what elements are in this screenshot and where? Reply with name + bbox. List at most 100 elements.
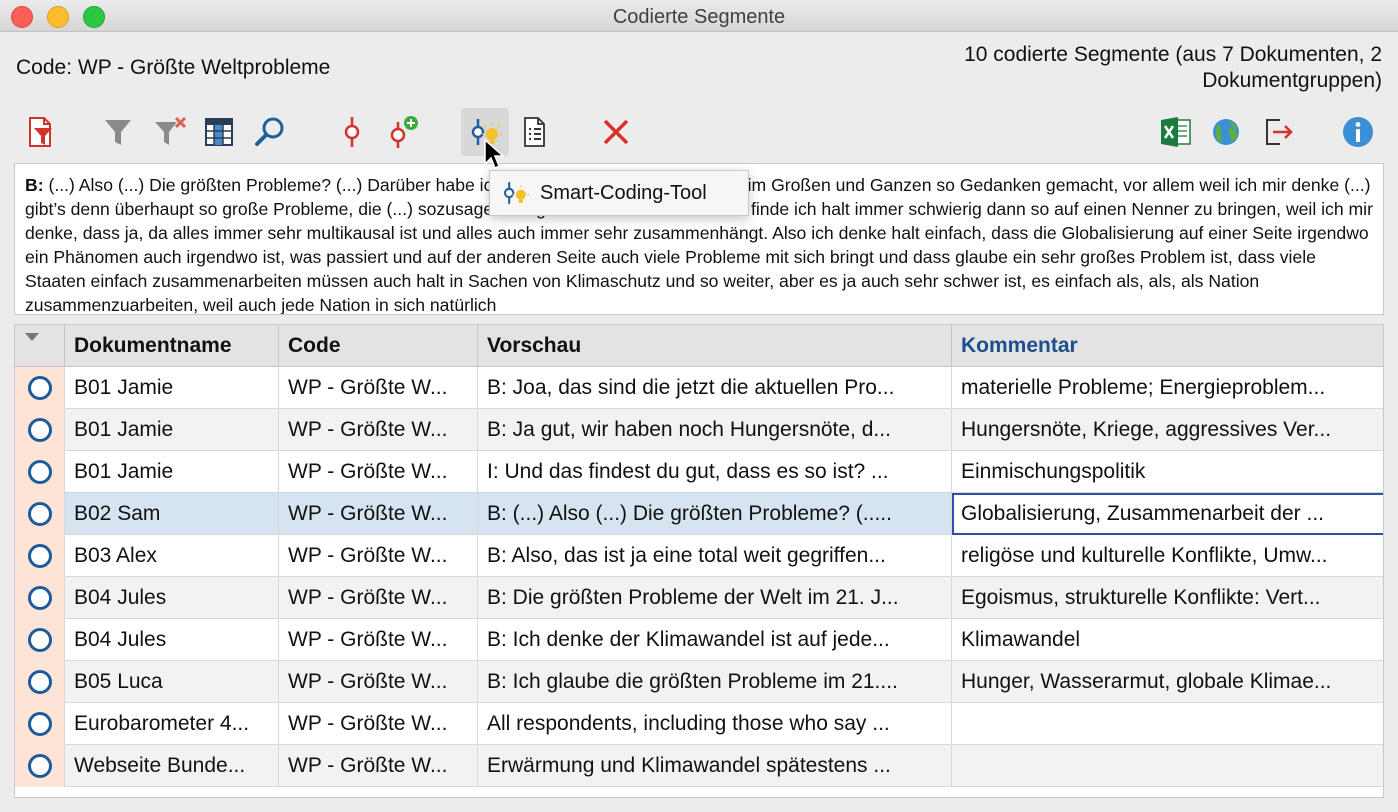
table-row[interactable]: B01 Jamie WP - Größte W... I: Und das find…	[15, 451, 1383, 493]
segment-marker-cell[interactable]	[15, 451, 65, 493]
add-code-button[interactable]	[378, 108, 426, 156]
segment-circle-icon	[27, 418, 52, 442]
code-cell[interactable]: WP - Größte W...	[279, 703, 478, 745]
table-row[interactable]: Webseite Bunde... WP - Größte W... Erwärmu…	[15, 745, 1383, 787]
preview-cell[interactable]: All respondents, including those who say…	[478, 703, 952, 745]
table-row[interactable]: B03 Alex WP - Größte W... B: Also, das ist…	[15, 535, 1383, 577]
table-row[interactable]: B01 Jamie WP - Größte W... B: Ja gut, wir …	[15, 409, 1383, 451]
preview-cell[interactable]: B: Ich glaube die größten Probleme im 21…	[478, 661, 952, 703]
column-header-comment[interactable]: Kommentar	[952, 325, 1383, 367]
segment-circle-icon	[27, 502, 52, 526]
comment-cell[interactable]: religöse und kulturelle Konflikte, Umw..…	[952, 535, 1383, 577]
table-row[interactable]: B04 Jules WP - Größte W... B: Die größten …	[15, 577, 1383, 619]
code-cell[interactable]: WP - Größte W...	[279, 409, 478, 451]
table-header: Dokumentname Code Vorschau Kommentar	[15, 325, 1383, 367]
document-filter-button[interactable]	[16, 108, 64, 156]
segment-marker-cell[interactable]	[15, 367, 65, 409]
add-code-icon	[390, 116, 418, 148]
segment-marker-cell[interactable]	[15, 619, 65, 661]
comment-cell[interactable]: Hunger, Wasserarmut, globale Klimae...	[952, 661, 1383, 703]
delete-button[interactable]	[592, 108, 640, 156]
table-row[interactable]: B05 Luca WP - Größte W... B: Ich glaube di…	[15, 661, 1383, 703]
preview-cell[interactable]: B: (...) Also (...) Die größten Probleme…	[478, 493, 952, 535]
segment-marker-cell[interactable]	[15, 409, 65, 451]
speaker-label: B:	[25, 175, 44, 195]
preview-cell[interactable]: B: Ja gut, wir haben noch Hungersnöte, d…	[478, 409, 952, 451]
coded-segments-table: Dokumentname Code Vorschau Kommentar B01…	[14, 324, 1384, 798]
info-button[interactable]	[1334, 108, 1382, 156]
code-cell[interactable]: WP - Größte W...	[279, 577, 478, 619]
column-header-document[interactable]: Dokumentname	[65, 325, 279, 367]
document-name-cell[interactable]: B02 Sam	[65, 493, 279, 535]
info-icon	[1343, 117, 1373, 147]
comment-cell[interactable]: Einmischungspolitik	[952, 451, 1383, 493]
segment-circle-icon	[27, 544, 52, 568]
code-cell[interactable]: WP - Größte W...	[279, 451, 478, 493]
preview-cell[interactable]: B: Die größten Probleme der Welt im 21. …	[478, 577, 952, 619]
search-button[interactable]	[246, 108, 294, 156]
code-cell[interactable]: WP - Größte W...	[279, 493, 478, 535]
comment-cell[interactable]: materielle Probleme; Energieproblem...	[952, 367, 1383, 409]
code-cell[interactable]: WP - Größte W...	[279, 661, 478, 703]
document-filter-icon	[29, 117, 52, 147]
delete-icon	[603, 119, 629, 145]
mouse-cursor-icon	[484, 138, 505, 170]
segment-circle-icon	[27, 376, 52, 400]
document-name-cell[interactable]: B01 Jamie	[65, 451, 279, 493]
segment-circle-icon	[27, 754, 52, 778]
segment-count: 10 codierte Segmente (aus 7 Dokumenten, …	[862, 42, 1382, 94]
preview-cell[interactable]: B: Also, das ist ja eine total weit gegr…	[478, 535, 952, 577]
overview-button[interactable]	[510, 108, 558, 156]
preview-cell[interactable]: Erwärmung und Klimawandel spätestens ...	[478, 745, 952, 787]
document-name-cell[interactable]: Eurobarometer 4...	[65, 703, 279, 745]
code-cell[interactable]: WP - Größte W...	[279, 535, 478, 577]
web-export-button[interactable]	[1202, 108, 1250, 156]
sort-column-header[interactable]	[15, 325, 65, 367]
segment-circle-icon	[27, 628, 52, 652]
table-row[interactable]: B02 Sam WP - Größte W... B: (...) Also (..…	[15, 493, 1383, 535]
comment-cell[interactable]: Globalisierung, Zusammenarbeit der ...	[952, 493, 1383, 535]
document-name-cell[interactable]: B01 Jamie	[65, 409, 279, 451]
segment-marker-cell[interactable]	[15, 703, 65, 745]
comment-cell[interactable]: Klimawandel	[952, 619, 1383, 661]
code-cell[interactable]: WP - Größte W...	[279, 367, 478, 409]
filter-button[interactable]	[94, 108, 142, 156]
document-name-cell[interactable]: B01 Jamie	[65, 367, 279, 409]
segment-marker-cell[interactable]	[15, 745, 65, 787]
column-header-code[interactable]: Code	[279, 325, 478, 367]
comment-cell[interactable]	[952, 703, 1383, 745]
code-cell[interactable]: WP - Größte W...	[279, 745, 478, 787]
segment-marker-cell[interactable]	[15, 577, 65, 619]
document-name-cell[interactable]: B04 Jules	[65, 619, 279, 661]
document-name-cell[interactable]: Webseite Bunde...	[65, 745, 279, 787]
preview-cell[interactable]: I: Und das findest du gut, dass es so is…	[478, 451, 952, 493]
clear-filter-button[interactable]	[146, 108, 194, 156]
export-icon	[1266, 119, 1293, 145]
comment-cell[interactable]: Hungersnöte, Kriege, aggressives Ver...	[952, 409, 1383, 451]
code-button[interactable]	[328, 108, 376, 156]
export-button[interactable]	[1254, 108, 1302, 156]
document-name-cell[interactable]: B04 Jules	[65, 577, 279, 619]
preview-cell[interactable]: B: Ich denke der Klimawandel ist auf jed…	[478, 619, 952, 661]
tooltip-label: Smart-Coding-Tool	[540, 181, 707, 204]
document-name-cell[interactable]: B03 Alex	[65, 535, 279, 577]
document-name-cell[interactable]: B05 Luca	[65, 661, 279, 703]
table-row[interactable]: B04 Jules WP - Größte W... B: Ich denke de…	[15, 619, 1383, 661]
comment-cell[interactable]: Egoismus, strukturelle Konflikte: Vert..…	[952, 577, 1383, 619]
table-row[interactable]: B01 Jamie WP - Größte W... B: Joa, das sin…	[15, 367, 1383, 409]
preview-cell[interactable]: B: Joa, das sind die jetzt die aktuellen…	[478, 367, 952, 409]
title-bar: Codierte Segmente	[0, 0, 1398, 32]
segment-marker-cell[interactable]	[15, 661, 65, 703]
columns-button[interactable]	[195, 108, 243, 156]
excel-export-button[interactable]	[1152, 108, 1200, 156]
sort-triangle-icon	[25, 333, 39, 341]
segment-marker-cell[interactable]	[15, 535, 65, 577]
segment-circle-icon	[27, 460, 52, 484]
search-icon	[255, 117, 284, 146]
comment-cell[interactable]	[952, 745, 1383, 787]
code-cell[interactable]: WP - Größte W...	[279, 619, 478, 661]
segment-marker-cell[interactable]	[15, 493, 65, 535]
list-view-icon	[524, 117, 545, 147]
table-row[interactable]: Eurobarometer 4... WP - Größte W... All re…	[15, 703, 1383, 745]
column-header-preview[interactable]: Vorschau	[478, 325, 952, 367]
